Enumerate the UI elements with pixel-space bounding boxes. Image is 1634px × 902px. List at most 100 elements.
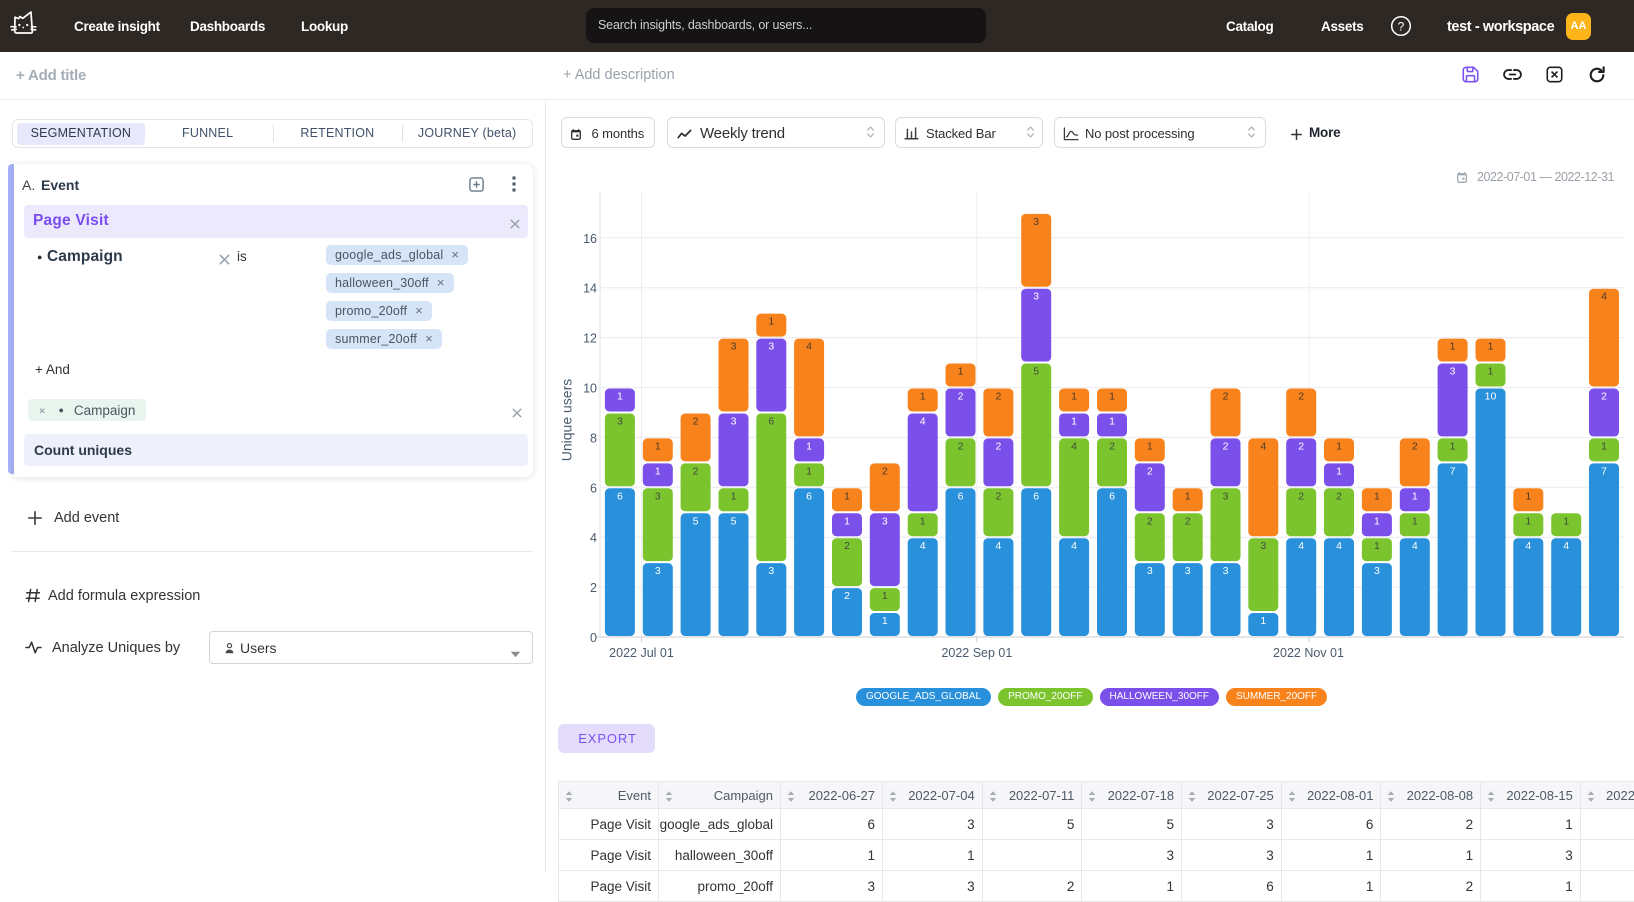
svg-text:4: 4 — [920, 540, 926, 552]
svg-text:2: 2 — [882, 465, 888, 477]
svg-text:2: 2 — [1109, 440, 1115, 452]
svg-text:4: 4 — [1412, 540, 1418, 552]
svg-text:0: 0 — [590, 631, 597, 645]
svg-text:2: 2 — [1223, 391, 1229, 403]
svg-text:12: 12 — [583, 332, 597, 346]
svg-text:1: 1 — [1563, 515, 1569, 527]
svg-text:3: 3 — [1374, 565, 1380, 577]
svg-text:1: 1 — [1374, 515, 1380, 527]
svg-text:1: 1 — [1336, 440, 1342, 452]
svg-text:1: 1 — [1071, 391, 1077, 403]
svg-text:2: 2 — [958, 440, 964, 452]
svg-text:1: 1 — [1488, 366, 1494, 378]
svg-text:3: 3 — [1450, 366, 1456, 378]
svg-text:2: 2 — [995, 440, 1001, 452]
svg-text:2: 2 — [1336, 490, 1342, 502]
svg-text:7: 7 — [1601, 465, 1607, 477]
svg-text:1: 1 — [655, 440, 661, 452]
svg-text:4: 4 — [1260, 440, 1266, 452]
svg-text:4: 4 — [1298, 540, 1304, 552]
svg-text:1: 1 — [1525, 490, 1531, 502]
svg-text:1: 1 — [882, 615, 888, 627]
svg-text:2: 2 — [1601, 391, 1607, 403]
svg-text:4: 4 — [590, 531, 597, 545]
svg-text:4: 4 — [1525, 540, 1531, 552]
svg-text:3: 3 — [1147, 565, 1153, 577]
svg-text:1: 1 — [1450, 440, 1456, 452]
svg-text:6: 6 — [768, 415, 774, 427]
svg-text:3: 3 — [731, 341, 737, 353]
svg-text:6: 6 — [1033, 490, 1039, 502]
svg-text:4: 4 — [806, 341, 812, 353]
svg-text:3: 3 — [1033, 291, 1039, 303]
svg-text:1: 1 — [920, 391, 926, 403]
svg-text:2: 2 — [1147, 515, 1153, 527]
svg-text:3: 3 — [731, 415, 737, 427]
svg-text:1: 1 — [768, 316, 774, 328]
svg-text:2: 2 — [1412, 440, 1418, 452]
svg-text:4: 4 — [995, 540, 1001, 552]
svg-text:2: 2 — [693, 415, 699, 427]
svg-text:1: 1 — [1412, 515, 1418, 527]
svg-text:6: 6 — [1109, 490, 1115, 502]
svg-text:Unique users: Unique users — [559, 379, 575, 462]
svg-text:1: 1 — [1109, 391, 1115, 403]
svg-text:1: 1 — [1147, 440, 1153, 452]
svg-text:1: 1 — [1109, 415, 1115, 427]
svg-text:3: 3 — [882, 515, 888, 527]
svg-text:3: 3 — [1260, 540, 1266, 552]
svg-text:1: 1 — [1260, 615, 1266, 627]
svg-text:2: 2 — [1298, 391, 1304, 403]
svg-text:1: 1 — [731, 490, 737, 502]
svg-text:1: 1 — [1374, 490, 1380, 502]
svg-text:1: 1 — [617, 391, 623, 403]
svg-text:2: 2 — [1223, 440, 1229, 452]
svg-text:4: 4 — [1071, 540, 1077, 552]
svg-text:1: 1 — [655, 465, 661, 477]
svg-text:2: 2 — [995, 391, 1001, 403]
svg-text:2: 2 — [1298, 440, 1304, 452]
svg-text:1: 1 — [1374, 540, 1380, 552]
svg-text:2: 2 — [693, 465, 699, 477]
svg-text:1: 1 — [920, 515, 926, 527]
svg-text:10: 10 — [1485, 391, 1497, 403]
svg-text:2: 2 — [844, 590, 850, 602]
svg-text:16: 16 — [583, 232, 597, 246]
svg-text:7: 7 — [1450, 465, 1456, 477]
svg-text:6: 6 — [617, 490, 623, 502]
svg-text:2: 2 — [995, 490, 1001, 502]
svg-text:1: 1 — [1488, 341, 1494, 353]
svg-text:3: 3 — [617, 415, 623, 427]
svg-text:4: 4 — [920, 415, 926, 427]
svg-text:1: 1 — [844, 515, 850, 527]
svg-text:3: 3 — [1033, 216, 1039, 228]
svg-text:14: 14 — [583, 282, 597, 296]
svg-text:1: 1 — [882, 590, 888, 602]
svg-text:3: 3 — [1223, 490, 1229, 502]
svg-text:3: 3 — [655, 490, 661, 502]
svg-text:3: 3 — [1223, 565, 1229, 577]
svg-text:1: 1 — [1185, 490, 1191, 502]
svg-text:5: 5 — [731, 515, 737, 527]
svg-text:1: 1 — [844, 490, 850, 502]
svg-text:1: 1 — [1525, 515, 1531, 527]
svg-text:1: 1 — [806, 440, 812, 452]
svg-text:6: 6 — [590, 481, 597, 495]
svg-text:1: 1 — [1336, 465, 1342, 477]
svg-text:2: 2 — [1298, 490, 1304, 502]
svg-text:2: 2 — [590, 581, 597, 595]
svg-text:10: 10 — [583, 382, 597, 396]
svg-text:6: 6 — [958, 490, 964, 502]
svg-text:4: 4 — [1601, 291, 1607, 303]
svg-text:1: 1 — [1412, 490, 1418, 502]
svg-text:2: 2 — [1185, 515, 1191, 527]
svg-text:2: 2 — [958, 391, 964, 403]
svg-text:5: 5 — [693, 515, 699, 527]
svg-text:1: 1 — [1071, 415, 1077, 427]
svg-text:4: 4 — [1563, 540, 1569, 552]
svg-text:5: 5 — [1033, 366, 1039, 378]
svg-text:1: 1 — [806, 465, 812, 477]
svg-text:1: 1 — [1601, 440, 1607, 452]
svg-text:2: 2 — [844, 540, 850, 552]
svg-text:3: 3 — [768, 341, 774, 353]
